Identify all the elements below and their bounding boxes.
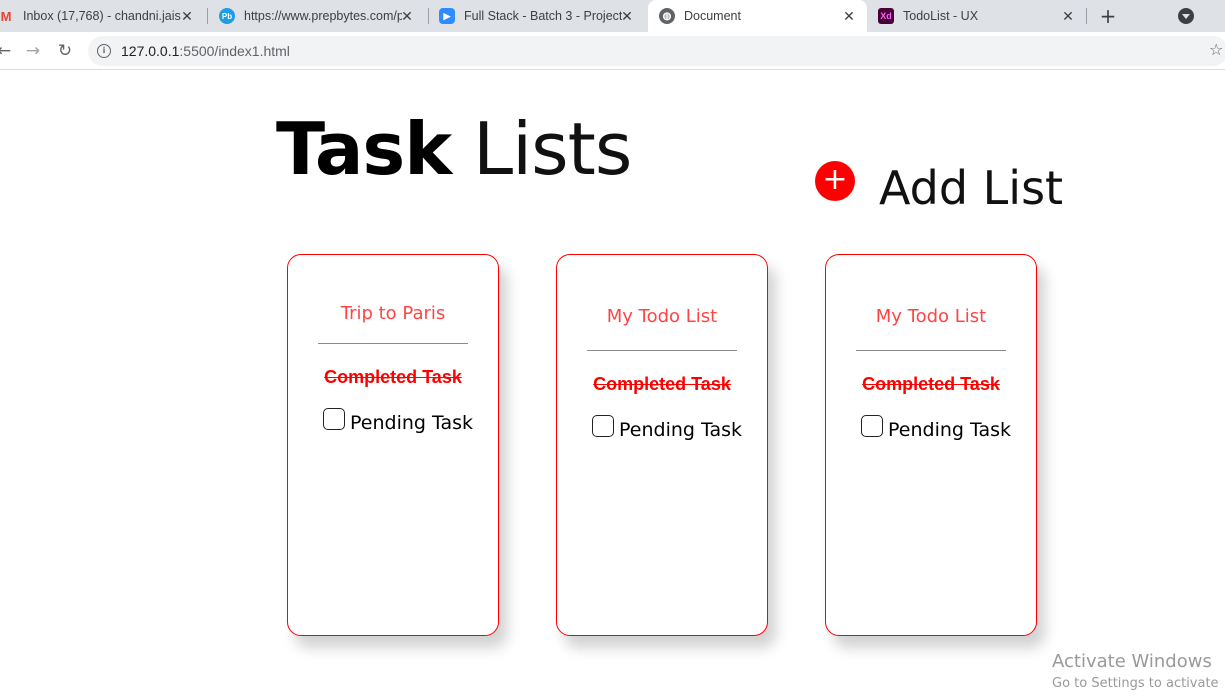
tab-title: Full Stack - Batch 3 - Project D [464,9,622,23]
browser-toolbar: ← → ↻ i 127.0.0.1:5500/index1.html [0,32,1225,70]
gmail-icon: M [0,8,12,24]
close-icon[interactable]: ✕ [399,8,415,24]
tab-prepbytes[interactable]: Pb https://www.prepbytes.com/p ✕ [210,0,425,32]
reload-icon[interactable]: ↻ [53,39,77,63]
add-list-control[interactable]: + Add List [815,147,1063,215]
zoom-icon: ▶ [439,8,455,24]
tab-todolist-ux[interactable]: Xd TodoList - UX ✕ [869,0,1086,32]
task-list-card: My Todo List Completed Task Pending Task [556,254,768,636]
url-text[interactable]: 127.0.0.1:5500/index1.html [121,43,290,59]
page-title-bold: Task [276,107,452,191]
close-icon[interactable]: ✕ [841,8,857,24]
tab-strip: M Inbox (17,768) - chandni.jaisw ✕ Pb ht… [0,0,1225,32]
close-icon[interactable]: ✕ [1060,8,1076,24]
add-list-label[interactable]: Add List [879,161,1063,215]
globe-icon: ◍ [659,8,675,24]
card-divider [856,350,1006,351]
tab-zoom[interactable]: ▶ Full Stack - Batch 3 - Project D ✕ [430,0,645,32]
card-divider [318,343,468,344]
pending-task-label: Pending Task [350,412,473,434]
back-icon[interactable]: ← [0,39,16,63]
url-host: 127.0.0.1 [121,43,180,59]
card-title: My Todo List [875,306,987,327]
card-title: My Todo List [606,306,718,327]
page-title-light: Lists [473,107,632,191]
tab-document[interactable]: ◍ Document ✕ [648,0,867,32]
bookmark-star-icon[interactable]: ☆ [1209,40,1223,59]
tab-title: Document [684,9,741,23]
card-divider [587,350,737,351]
activate-windows-watermark: Activate Windows [1052,651,1212,672]
page-content: Task Lists + Add List Trip to Paris Comp… [0,71,1225,698]
forward-icon[interactable]: → [21,39,45,63]
info-icon[interactable]: i [97,44,111,58]
pending-task-item[interactable]: Pending Task [323,408,473,434]
task-checkbox[interactable] [323,408,345,430]
tab-title: Inbox (17,768) - chandni.jaisw [23,9,181,23]
page-title: Task Lists [276,113,632,185]
task-list-card: Trip to Paris Completed Task Pending Tas… [287,254,499,636]
activate-windows-subtext: Go to Settings to activate [1052,676,1219,691]
completed-task[interactable]: Completed Task [826,374,1036,395]
prepbytes-icon: Pb [219,8,235,24]
pending-task-item[interactable]: Pending Task [861,415,1011,441]
pending-task-label: Pending Task [888,419,1011,441]
tab-separator [207,8,208,24]
url-path: :5500/index1.html [179,43,290,59]
close-icon[interactable]: ✕ [619,8,635,24]
completed-task[interactable]: Completed Task [557,374,767,395]
tab-title: TodoList - UX [903,9,979,23]
card-title: Trip to Paris [340,303,446,324]
completed-task[interactable]: Completed Task [288,367,498,388]
pending-task-item[interactable]: Pending Task [592,415,742,441]
tab-title: https://www.prepbytes.com/p [244,9,402,23]
tab-search-icon[interactable] [1178,8,1194,24]
address-bar[interactable]: i 127.0.0.1:5500/index1.html [88,36,1225,66]
new-tab-button[interactable]: + [1097,5,1119,27]
task-checkbox[interactable] [861,415,883,437]
tab-separator [428,8,429,24]
adobe-xd-icon: Xd [878,8,894,24]
add-list-button[interactable]: + [815,161,855,201]
task-list-card: My Todo List Completed Task Pending Task [825,254,1037,636]
task-checkbox[interactable] [592,415,614,437]
tab-gmail[interactable]: M Inbox (17,768) - chandni.jaisw ✕ [0,0,205,32]
tab-separator [1086,8,1087,24]
close-icon[interactable]: ✕ [179,8,195,24]
pending-task-label: Pending Task [619,419,742,441]
